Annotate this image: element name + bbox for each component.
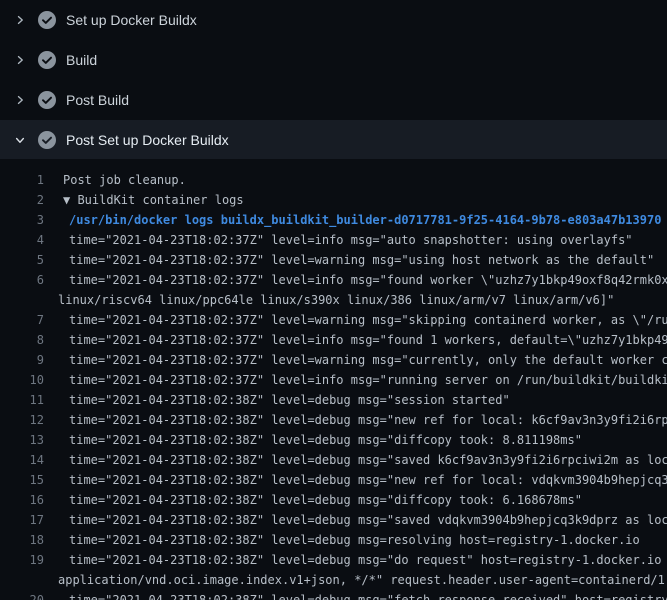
check-circle-icon	[38, 51, 56, 69]
log-line: linux/riscv64 linux/ppc64le linux/s390x …	[0, 290, 667, 310]
log-line: 16time="2021-04-23T18:02:38Z" level=debu…	[0, 490, 667, 510]
line-number[interactable]: 16	[0, 490, 44, 510]
check-circle-icon	[38, 91, 56, 109]
line-number[interactable]: 5	[0, 250, 44, 270]
log-line: 9time="2021-04-23T18:02:37Z" level=warni…	[0, 350, 667, 370]
log-line-text: time="2021-04-23T18:02:38Z" level=debug …	[44, 490, 582, 510]
line-number[interactable]: 2	[0, 190, 44, 210]
log-line: 11time="2021-04-23T18:02:38Z" level=debu…	[0, 390, 667, 410]
log-line-text: Post job cleanup.	[44, 170, 186, 190]
log-line-text: time="2021-04-23T18:02:37Z" level=info m…	[44, 230, 633, 250]
log-line-text: time="2021-04-23T18:02:38Z" level=debug …	[44, 450, 667, 470]
step-header-post-build[interactable]: Post Build	[0, 80, 667, 120]
line-number[interactable]: 1	[0, 170, 44, 190]
step-label: Post Set up Docker Buildx	[66, 132, 229, 148]
chevron-right-icon	[13, 93, 27, 107]
log-line: 13time="2021-04-23T18:02:38Z" level=debu…	[0, 430, 667, 450]
log-line: 10time="2021-04-23T18:02:37Z" level=info…	[0, 370, 667, 390]
log-line: 3/usr/bin/docker logs buildx_buildkit_bu…	[0, 210, 667, 230]
line-number	[0, 570, 44, 590]
chevron-right-icon	[13, 53, 27, 67]
step-label: Post Build	[66, 92, 129, 108]
log-line-text: time="2021-04-23T18:02:37Z" level=info m…	[44, 370, 667, 390]
line-number[interactable]: 10	[0, 370, 44, 390]
line-number[interactable]: 4	[0, 230, 44, 250]
log-line-text: linux/riscv64 linux/ppc64le linux/s390x …	[44, 290, 614, 310]
line-number[interactable]: 11	[0, 390, 44, 410]
line-number[interactable]: 3	[0, 210, 44, 230]
log-line: 6time="2021-04-23T18:02:37Z" level=info …	[0, 270, 667, 290]
check-circle-icon	[38, 11, 56, 29]
line-number[interactable]: 13	[0, 430, 44, 450]
line-number[interactable]: 12	[0, 410, 44, 430]
log-line-text: time="2021-04-23T18:02:37Z" level=warnin…	[44, 350, 667, 370]
step-header-post-set-up-docker-buildx[interactable]: Post Set up Docker Buildx	[0, 120, 667, 159]
log-line: 14time="2021-04-23T18:02:38Z" level=debu…	[0, 450, 667, 470]
log-line: 15time="2021-04-23T18:02:38Z" level=debu…	[0, 470, 667, 490]
log-line: 17time="2021-04-23T18:02:38Z" level=debu…	[0, 510, 667, 530]
line-number[interactable]: 6	[0, 270, 44, 290]
line-number[interactable]: 14	[0, 450, 44, 470]
log-line: application/vnd.oci.image.index.v1+json,…	[0, 570, 667, 590]
log-area: 1Post job cleanup.2▼ BuildKit container …	[0, 159, 667, 600]
log-line: 18time="2021-04-23T18:02:38Z" level=debu…	[0, 530, 667, 550]
line-number[interactable]: 15	[0, 470, 44, 490]
step-label: Build	[66, 52, 97, 68]
step-header-build[interactable]: Build	[0, 40, 667, 80]
step-label: Set up Docker Buildx	[66, 12, 197, 28]
log-line: 4time="2021-04-23T18:02:37Z" level=info …	[0, 230, 667, 250]
log-line: 1Post job cleanup.	[0, 170, 667, 190]
group-open-triangle-icon: ▼	[63, 193, 77, 207]
step-header-set-up-docker-buildx[interactable]: Set up Docker Buildx	[0, 0, 667, 40]
log-line: 12time="2021-04-23T18:02:38Z" level=debu…	[0, 410, 667, 430]
log-line: 20time="2021-04-23T18:02:38Z" level=debu…	[0, 590, 667, 600]
line-number[interactable]: 8	[0, 330, 44, 350]
line-number[interactable]: 20	[0, 590, 44, 600]
line-number[interactable]: 9	[0, 350, 44, 370]
line-number[interactable]: 19	[0, 550, 44, 570]
log-line-text: /usr/bin/docker logs buildx_buildkit_bui…	[44, 210, 661, 230]
log-line: 8time="2021-04-23T18:02:37Z" level=info …	[0, 330, 667, 350]
log-line: 5time="2021-04-23T18:02:37Z" level=warni…	[0, 250, 667, 270]
log-line-text: time="2021-04-23T18:02:38Z" level=debug …	[44, 430, 582, 450]
log-line-text: application/vnd.oci.image.index.v1+json,…	[44, 570, 667, 590]
log-line-text: time="2021-04-23T18:02:38Z" level=debug …	[44, 590, 667, 600]
workflow-log-viewer: Set up Docker Buildx Build Post Build Po…	[0, 0, 667, 600]
log-line: 7time="2021-04-23T18:02:37Z" level=warni…	[0, 310, 667, 330]
chevron-right-icon	[13, 13, 27, 27]
log-line-text: time="2021-04-23T18:02:38Z" level=debug …	[44, 550, 667, 570]
log-line-text: time="2021-04-23T18:02:38Z" level=debug …	[44, 470, 667, 490]
log-line: 2▼ BuildKit container logs	[0, 190, 667, 210]
chevron-down-icon	[13, 133, 27, 147]
log-line-text: time="2021-04-23T18:02:37Z" level=info m…	[44, 330, 667, 350]
line-number	[0, 290, 44, 310]
check-circle-icon	[38, 131, 56, 149]
line-number[interactable]: 17	[0, 510, 44, 530]
line-number[interactable]: 18	[0, 530, 44, 550]
log-line-text: time="2021-04-23T18:02:38Z" level=debug …	[44, 510, 667, 530]
log-line-text: time="2021-04-23T18:02:38Z" level=debug …	[44, 530, 640, 550]
log-line-text: time="2021-04-23T18:02:37Z" level=warnin…	[44, 310, 667, 330]
log-line-text: time="2021-04-23T18:02:37Z" level=info m…	[44, 270, 667, 290]
group-title: BuildKit container logs	[77, 193, 243, 207]
log-line: 19time="2021-04-23T18:02:38Z" level=debu…	[0, 550, 667, 570]
log-line-text: time="2021-04-23T18:02:38Z" level=debug …	[44, 410, 667, 430]
line-number[interactable]: 7	[0, 310, 44, 330]
log-line-text: time="2021-04-23T18:02:37Z" level=warnin…	[44, 250, 654, 270]
log-group-toggle[interactable]: ▼ BuildKit container logs	[44, 190, 244, 210]
log-line-text: time="2021-04-23T18:02:38Z" level=debug …	[44, 390, 510, 410]
